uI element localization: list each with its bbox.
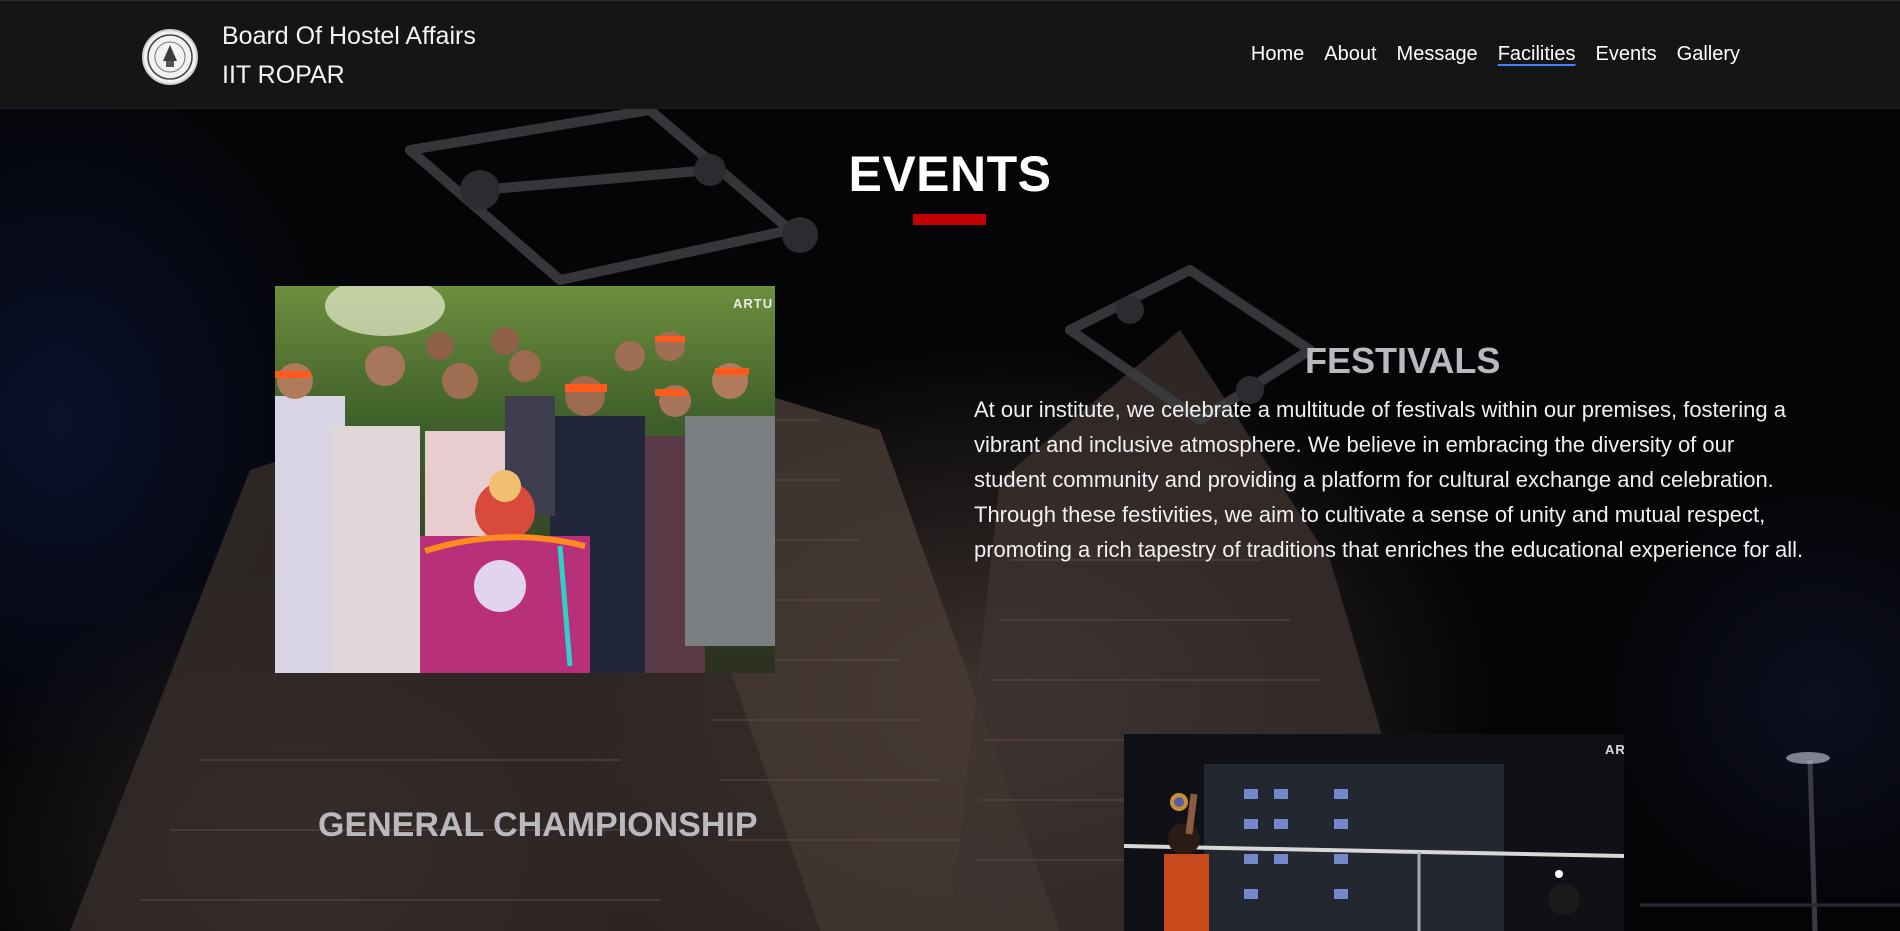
festivals-photo-watermark: ARTU: [733, 296, 774, 311]
brand-subtitle[interactable]: IIT ROPAR: [222, 61, 345, 90]
festivals-heading: FESTIVALS: [1305, 340, 1501, 381]
general-championship-heading: GENERAL CHAMPIONSHIP: [318, 806, 758, 844]
hostel-board-logo-icon[interactable]: [142, 29, 198, 85]
main-nav: Home About Message Facilities Events Gal…: [1251, 43, 1740, 66]
festivals-photo-art: [275, 286, 775, 673]
page-title: EVENTS: [848, 146, 1052, 202]
general-championship-photo: ART: [1124, 734, 1624, 931]
nav-home[interactable]: Home: [1251, 43, 1304, 66]
nav-message[interactable]: Message: [1397, 43, 1478, 66]
page: Board Of Hostel Affairs IIT ROPAR Home A…: [0, 0, 1900, 931]
general-championship-photo-watermark: ART: [1605, 742, 1624, 757]
nav-events[interactable]: Events: [1595, 43, 1656, 66]
nav-about[interactable]: About: [1324, 43, 1376, 66]
title-underline: [913, 214, 986, 225]
nav-facilities[interactable]: Facilities: [1498, 43, 1576, 66]
general-championship-photo-art: [1124, 734, 1624, 931]
top-navbar: Board Of Hostel Affairs IIT ROPAR Home A…: [0, 0, 1900, 109]
brand-title[interactable]: Board Of Hostel Affairs: [222, 22, 476, 51]
logo-emblem: [147, 34, 193, 80]
festivals-description: At our institute, we celebrate a multitu…: [974, 397, 1804, 562]
festivals-photo: ARTU: [275, 286, 775, 673]
nav-gallery[interactable]: Gallery: [1677, 43, 1740, 66]
